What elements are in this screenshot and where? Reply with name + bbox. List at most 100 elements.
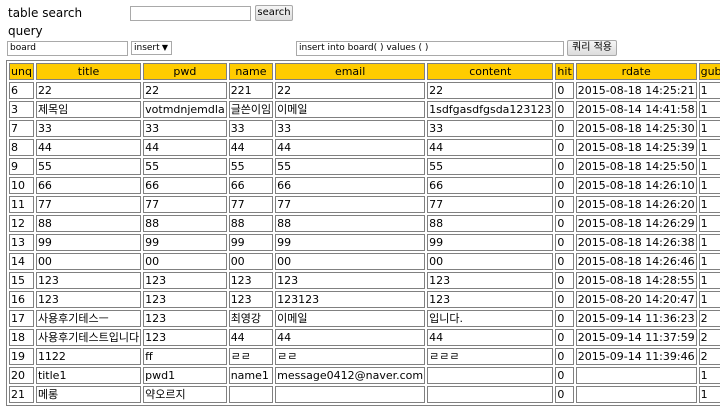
cell-rdate: 2015-08-18 14:25:30 <box>575 120 697 137</box>
cell-rdate <box>575 386 697 403</box>
cell-gubun: 1 <box>698 291 720 308</box>
table-row: 21 메롱 약오르지 0 1 <box>9 386 720 403</box>
query-mode-select[interactable]: insert ▼ <box>131 41 172 55</box>
cell-name: ㄹㄹ <box>228 348 274 365</box>
cell-name <box>228 386 274 403</box>
search-button[interactable]: search <box>255 5 293 21</box>
cell-email: 99 <box>275 234 426 251</box>
cell-hit: 0 <box>555 120 574 137</box>
cell-gubun: 1 <box>698 196 720 213</box>
cell-title: 77 <box>35 196 142 213</box>
cell-content: 88 <box>427 215 554 232</box>
cell-pwd: pwd1 <box>143 367 227 384</box>
cell-name: 99 <box>228 234 274 251</box>
cell-hit: 0 <box>555 234 574 251</box>
cell-pwd: ff <box>143 348 227 365</box>
table-row: 12 88 88 88 88 88 0 2015-08-18 14:26:29 1 <box>9 215 720 232</box>
cell-name: 123 <box>228 272 274 289</box>
cell-email: 이메일 <box>275 101 426 118</box>
cell-gubun: 1 <box>698 158 720 175</box>
cell-unq: 17 <box>9 310 34 327</box>
cell-unq: 6 <box>9 82 34 99</box>
cell-content: 33 <box>427 120 554 137</box>
column-header-name: name <box>228 63 274 80</box>
cell-name: 44 <box>228 139 274 156</box>
cell-title: 1122 <box>35 348 142 365</box>
cell-title: 55 <box>35 158 142 175</box>
cell-title: 사용후기테스ㅡ <box>35 310 142 327</box>
apply-query-button[interactable]: 쿼리 적용 <box>567 40 617 56</box>
cell-name: 글쓴이임 <box>228 101 274 118</box>
cell-name: 88 <box>228 215 274 232</box>
cell-unq: 9 <box>9 158 34 175</box>
cell-title: 123 <box>35 291 142 308</box>
cell-title: 44 <box>35 139 142 156</box>
cell-pwd: 123 <box>143 291 227 308</box>
query-table-input[interactable]: board <box>7 41 128 56</box>
cell-unq: 14 <box>9 253 34 270</box>
cell-content <box>427 367 554 384</box>
cell-pwd: 123 <box>143 272 227 289</box>
cell-content: 1sdfgasdfgsda123123 <box>427 101 554 118</box>
cell-title: 00 <box>35 253 142 270</box>
cell-pwd: votmdnjemdla <box>143 101 227 118</box>
cell-rdate: 2015-08-18 14:28:55 <box>575 272 697 289</box>
table-row: 6 22 22 221 22 22 0 2015-08-18 14:25:21 1 <box>9 82 720 99</box>
cell-content: 입니다. <box>427 310 554 327</box>
cell-unq: 11 <box>9 196 34 213</box>
cell-email: 123123 <box>275 291 426 308</box>
cell-name: 00 <box>228 253 274 270</box>
column-header-email: email <box>275 63 426 80</box>
cell-name: name1 <box>228 367 274 384</box>
cell-gubun: 2 <box>698 348 720 365</box>
cell-pwd: 약오르지 <box>143 386 227 403</box>
cell-gubun: 1 <box>698 272 720 289</box>
cell-content: 77 <box>427 196 554 213</box>
cell-hit: 0 <box>555 177 574 194</box>
cell-hit: 0 <box>555 101 574 118</box>
cell-unq: 12 <box>9 215 34 232</box>
cell-gubun: 1 <box>698 139 720 156</box>
cell-rdate: 2015-08-18 14:25:50 <box>575 158 697 175</box>
table-row: 11 77 77 77 77 77 0 2015-08-18 14:26:20 1 <box>9 196 720 213</box>
cell-pwd: 123 <box>143 310 227 327</box>
cell-gubun: 1 <box>698 234 720 251</box>
cell-title: 88 <box>35 215 142 232</box>
column-header-pwd: pwd <box>143 63 227 80</box>
cell-email: 33 <box>275 120 426 137</box>
cell-hit: 0 <box>555 310 574 327</box>
cell-email: 55 <box>275 158 426 175</box>
table-search-input[interactable] <box>130 6 251 21</box>
cell-title: 22 <box>35 82 142 99</box>
cell-gubun: 2 <box>698 329 720 346</box>
table-row: 16 123 123 123 123123 123 0 2015-08-20 14:20:47… <box>9 291 720 308</box>
cell-pwd: 33 <box>143 120 227 137</box>
cell-content: 55 <box>427 158 554 175</box>
cell-name: 최영강 <box>228 310 274 327</box>
cell-pwd: 77 <box>143 196 227 213</box>
cell-pwd: 22 <box>143 82 227 99</box>
cell-content: 44 <box>427 139 554 156</box>
cell-name: 221 <box>228 82 274 99</box>
cell-hit: 0 <box>555 158 574 175</box>
cell-content: 123 <box>427 272 554 289</box>
cell-unq: 21 <box>9 386 34 403</box>
cell-hit: 0 <box>555 272 574 289</box>
query-mode-value: insert <box>134 43 160 53</box>
cell-email: 00 <box>275 253 426 270</box>
cell-email: ㄹㄹ <box>275 348 426 365</box>
cell-email: 44 <box>275 329 426 346</box>
cell-email: 44 <box>275 139 426 156</box>
cell-content: 00 <box>427 253 554 270</box>
query-sql-input[interactable]: insert into board( ) values ( ) <box>296 41 564 56</box>
cell-gubun: 1 <box>698 386 720 403</box>
cell-content: 66 <box>427 177 554 194</box>
cell-pwd: 99 <box>143 234 227 251</box>
cell-unq: 10 <box>9 177 34 194</box>
cell-hit: 0 <box>555 253 574 270</box>
table-row: 15 123 123 123 123 123 0 2015-08-18 14:28:55 1 <box>9 272 720 289</box>
cell-name: 123 <box>228 291 274 308</box>
cell-hit: 0 <box>555 367 574 384</box>
cell-unq: 18 <box>9 329 34 346</box>
cell-rdate: 2015-08-18 14:26:46 <box>575 253 697 270</box>
